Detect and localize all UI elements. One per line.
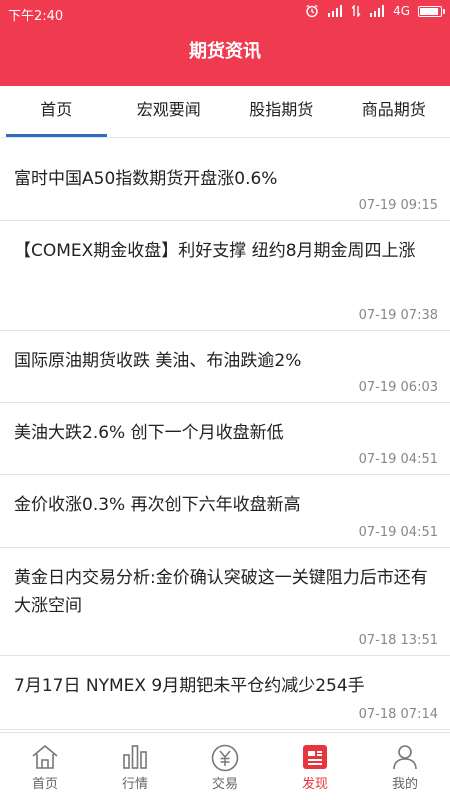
app-header: 下午2:40 4G 期货资讯 xyxy=(0,0,450,86)
network-type: 4G xyxy=(393,4,410,18)
nav-discover[interactable]: 发现 xyxy=(270,733,360,800)
nav-trade[interactable]: 交易 xyxy=(180,733,270,800)
data-transfer-icon xyxy=(351,5,361,17)
bar-chart-icon xyxy=(123,745,147,769)
tab-home[interactable]: 首页 xyxy=(0,86,113,137)
nav-home[interactable]: 首页 xyxy=(0,733,90,800)
news-list: 富时中国A50指数期货开盘涨0.6% 07-19 09:15 【COMEX期金收… xyxy=(0,149,450,730)
tab-commodity-futures[interactable]: 商品期货 xyxy=(338,86,450,137)
nav-label: 交易 xyxy=(211,777,238,792)
news-title: 美油大跌2.6% 创下一个月收盘新低 xyxy=(14,423,284,443)
news-time: 07-18 07:14 xyxy=(358,707,438,722)
alarm-icon xyxy=(306,4,318,18)
yen-coin-icon xyxy=(211,744,239,772)
news-time: 07-19 09:15 xyxy=(358,198,438,213)
home-icon xyxy=(32,745,58,769)
nav-label: 我的 xyxy=(391,777,418,792)
news-item[interactable]: 7月17日 NYMEX 9月期钯未平仓约减少254手 07-18 07:14 xyxy=(0,656,450,730)
news-time: 07-19 06:03 xyxy=(358,380,438,395)
nav-label: 行情 xyxy=(121,777,148,792)
news-title: 7月17日 NYMEX 9月期钯未平仓约减少254手 xyxy=(14,676,365,696)
news-title: 富时中国A50指数期货开盘涨0.6% xyxy=(14,169,278,189)
tab-index-futures[interactable]: 股指期货 xyxy=(225,86,338,137)
news-time: 07-18 13:51 xyxy=(358,633,438,648)
battery-icon xyxy=(418,5,445,17)
news-time: 07-19 04:51 xyxy=(358,452,438,467)
news-time: 07-19 04:51 xyxy=(358,525,438,540)
news-title: 金价收涨0.3% 再次创下六年收盘新高 xyxy=(14,495,301,515)
news-item[interactable]: 黄金日内交易分析:金价确认突破这一关键阻力后市还有大涨空间 07-18 13:5… xyxy=(0,548,450,656)
news-title: 国际原油期货收跌 美油、布油跌逾2% xyxy=(14,351,302,371)
status-icons: 4G xyxy=(305,4,445,18)
page-title: 期货资讯 xyxy=(189,41,261,62)
news-title: 黄金日内交易分析:金价确认突破这一关键阻力后市还有大涨空间 xyxy=(14,568,428,616)
category-tabs: 首页 宏观要闻 股指期货 商品期货 xyxy=(0,86,450,138)
discover-icon xyxy=(303,745,327,769)
news-item[interactable]: 国际原油期货收跌 美油、布油跌逾2% 07-19 06:03 xyxy=(0,331,450,403)
news-title: 【COMEX期金收盘】利好支撑 纽约8月期金周四上涨 xyxy=(14,241,416,261)
news-item[interactable]: 金价收涨0.3% 再次创下六年收盘新高 07-19 04:51 xyxy=(0,475,450,548)
news-item[interactable]: 美油大跌2.6% 创下一个月收盘新低 07-19 04:51 xyxy=(0,403,450,475)
signal-icon xyxy=(328,5,343,17)
nav-market[interactable]: 行情 xyxy=(90,733,180,800)
nav-profile[interactable]: 我的 xyxy=(360,733,450,800)
nav-label: 首页 xyxy=(31,777,58,792)
user-icon xyxy=(393,745,417,770)
status-bar: 下午2:40 4G xyxy=(0,0,450,26)
tab-macro-news[interactable]: 宏观要闻 xyxy=(113,86,226,137)
nav-label: 发现 xyxy=(301,777,328,792)
news-item[interactable]: 【COMEX期金收盘】利好支撑 纽约8月期金周四上涨 07-19 07:38 xyxy=(0,221,450,331)
status-time: 下午2:40 xyxy=(8,9,64,24)
news-time: 07-19 07:38 xyxy=(358,308,438,323)
bottom-nav: 首页 行情 交易 发现 我的 xyxy=(0,732,450,800)
news-item[interactable]: 富时中国A50指数期货开盘涨0.6% 07-19 09:15 xyxy=(0,149,450,221)
signal-icon-secondary xyxy=(370,5,385,17)
